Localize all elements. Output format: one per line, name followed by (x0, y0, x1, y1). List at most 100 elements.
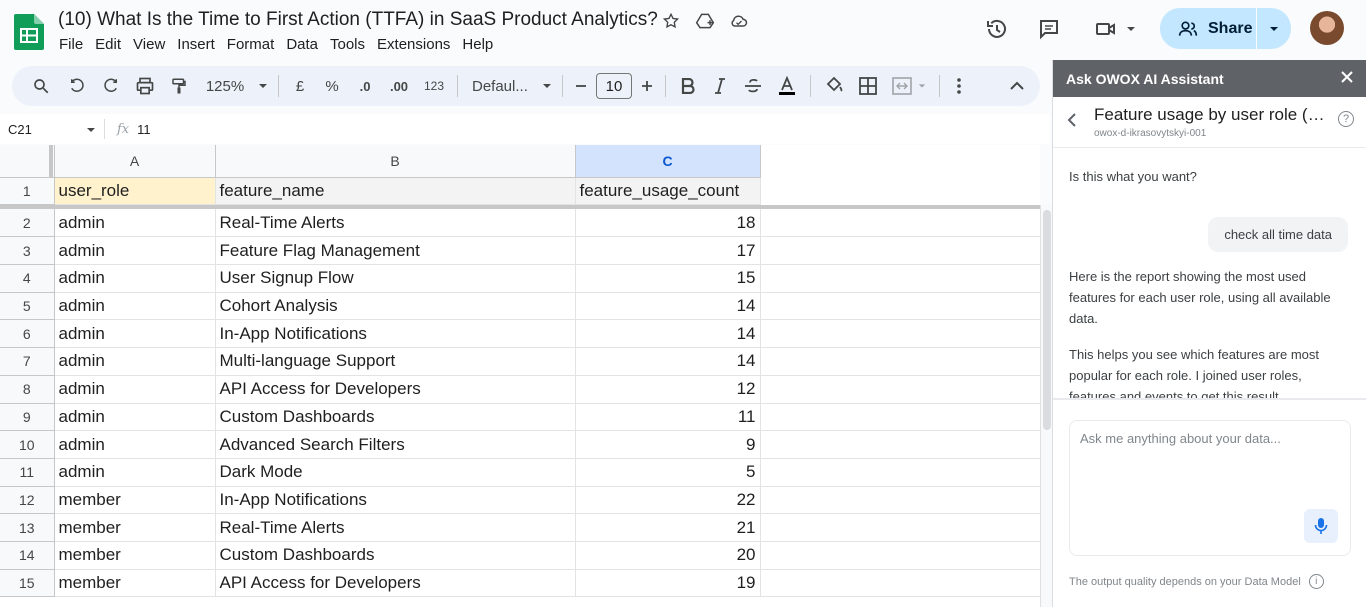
bold-icon[interactable] (672, 72, 704, 100)
cell-feature-usage-count[interactable]: 11 (575, 403, 761, 432)
avatar[interactable] (1310, 11, 1344, 45)
cell-user-role[interactable]: admin (54, 375, 216, 404)
menu-insert[interactable]: Insert (171, 36, 221, 53)
menu-format[interactable]: Format (221, 36, 281, 53)
spreadsheet-grid[interactable]: A B C 1 user_role feature_name feature_u… (0, 145, 1040, 607)
format-percent-button[interactable]: % (315, 72, 349, 100)
scrollbar-thumb[interactable] (1043, 210, 1051, 430)
row-header[interactable]: 2 (0, 209, 55, 238)
cell-user-role[interactable]: admin (54, 292, 216, 321)
format-currency-button[interactable]: £ (285, 72, 315, 100)
help-icon[interactable]: ? (1338, 111, 1354, 127)
text-color-icon[interactable] (770, 72, 804, 100)
cell-feature-usage-count[interactable]: 12 (575, 375, 761, 404)
column-header-b[interactable]: B (215, 145, 576, 178)
cell-feature-usage-count[interactable]: 19 (575, 569, 761, 598)
increase-decimal-button[interactable]: .00 (381, 72, 417, 100)
cloud-status-icon[interactable] (728, 10, 750, 32)
frozen-row-divider[interactable] (0, 205, 1040, 209)
cell-user-role[interactable]: admin (54, 319, 216, 349)
cell-user-role[interactable]: admin (54, 236, 216, 266)
menu-help[interactable]: Help (456, 36, 499, 53)
cell-feature-usage-count[interactable]: 9 (575, 430, 761, 459)
name-box[interactable]: C21 (0, 122, 104, 137)
row-header[interactable]: 5 (0, 292, 55, 321)
cell-user-role[interactable]: member (54, 569, 216, 598)
cell-feature-usage-count[interactable]: 18 (575, 209, 761, 238)
sheets-logo-icon[interactable] (14, 14, 44, 50)
row-header[interactable]: 6 (0, 319, 55, 349)
print-icon[interactable] (128, 72, 162, 100)
cell-feature-name[interactable]: Custom Dashboards (215, 541, 576, 570)
cell-user-role[interactable]: member (54, 486, 216, 515)
row-header[interactable]: 12 (0, 486, 55, 515)
back-arrow-icon[interactable] (1067, 112, 1077, 133)
cell-feature-usage-count[interactable]: 14 (575, 319, 761, 349)
merge-cells-icon[interactable] (885, 72, 933, 100)
formula-input[interactable]: 11 (137, 122, 151, 137)
row-header[interactable]: 3 (0, 236, 55, 266)
cell-feature-usage-count[interactable]: 14 (575, 292, 761, 321)
cell-feature-usage-count[interactable]: 21 (575, 513, 761, 542)
row-header[interactable]: 8 (0, 375, 55, 404)
zoom-select[interactable]: 125% (202, 72, 272, 100)
undo-icon[interactable] (60, 72, 94, 100)
menu-view[interactable]: View (127, 36, 171, 53)
increase-font-size-icon[interactable] (635, 72, 659, 100)
cell-user-role[interactable]: admin (54, 430, 216, 459)
move-to-drive-icon[interactable] (694, 10, 716, 32)
meet-video-icon[interactable] (1086, 9, 1144, 49)
column-header-c[interactable]: C (575, 145, 761, 178)
menu-tools[interactable]: Tools (324, 36, 371, 53)
version-history-icon[interactable] (977, 9, 1017, 49)
menu-extensions[interactable]: Extensions (371, 36, 456, 53)
fill-color-icon[interactable] (817, 72, 851, 100)
cell-feature-name[interactable]: Advanced Search Filters (215, 430, 576, 459)
cell-feature-name[interactable]: Custom Dashboards (215, 403, 576, 432)
decrease-font-size-icon[interactable] (569, 72, 593, 100)
row-header[interactable]: 1 (0, 177, 55, 206)
microphone-icon[interactable] (1304, 509, 1338, 543)
cell-user-role[interactable]: admin (54, 264, 216, 293)
cell-feature-name[interactable]: In-App Notifications (215, 319, 576, 349)
hide-menus-chevron-up-icon[interactable] (1002, 72, 1032, 100)
cell-feature-name[interactable]: API Access for Developers (215, 375, 576, 404)
cell-feature-usage-count[interactable]: 17 (575, 236, 761, 266)
more-formats-button[interactable]: 123 (417, 72, 451, 100)
italic-icon[interactable] (704, 72, 736, 100)
row-header[interactable]: 7 (0, 347, 55, 376)
share-button[interactable]: Share (1160, 8, 1256, 49)
cell-user-role[interactable]: member (54, 513, 216, 542)
vertical-scrollbar[interactable] (1040, 205, 1052, 607)
comments-icon[interactable] (1029, 9, 1069, 49)
cell-feature-name[interactable]: Multi-language Support (215, 347, 576, 376)
decrease-decimal-button[interactable]: .0 (349, 72, 381, 100)
cell-feature-name[interactable]: User Signup Flow (215, 264, 576, 293)
cell-feature-name[interactable]: Real-Time Alerts (215, 209, 576, 238)
search-menus-icon[interactable] (22, 72, 60, 100)
menu-file[interactable]: File (59, 36, 89, 53)
row-header[interactable]: 9 (0, 403, 55, 432)
cell-feature-usage-count[interactable]: 5 (575, 458, 761, 487)
row-header[interactable]: 13 (0, 513, 55, 542)
cell-user-role[interactable]: admin (54, 347, 216, 376)
cell-feature-usage-count[interactable]: 20 (575, 541, 761, 570)
column-header-a[interactable]: A (54, 145, 216, 178)
menu-data[interactable]: Data (280, 36, 324, 53)
cell-user-role[interactable]: admin (54, 403, 216, 432)
frozen-column-handle[interactable] (49, 145, 53, 177)
cell-feature-usage-count[interactable]: 22 (575, 486, 761, 515)
row-header[interactable]: 15 (0, 569, 55, 598)
paint-format-icon[interactable] (162, 72, 196, 100)
cell-feature-name[interactable]: Feature Flag Management (215, 236, 576, 266)
chat-input[interactable] (1080, 431, 1340, 446)
close-icon[interactable] (1340, 69, 1354, 89)
font-family-select[interactable]: Defaul... (464, 72, 556, 100)
row-header[interactable]: 11 (0, 458, 55, 487)
cell-feature-name[interactable]: API Access for Developers (215, 569, 576, 598)
header-cell-user-role[interactable]: user_role (54, 177, 216, 206)
more-options-icon[interactable] (946, 72, 972, 100)
cell-user-role[interactable]: admin (54, 458, 216, 487)
header-cell-feature-usage-count[interactable]: feature_usage_count (575, 177, 761, 206)
borders-icon[interactable] (851, 72, 885, 100)
